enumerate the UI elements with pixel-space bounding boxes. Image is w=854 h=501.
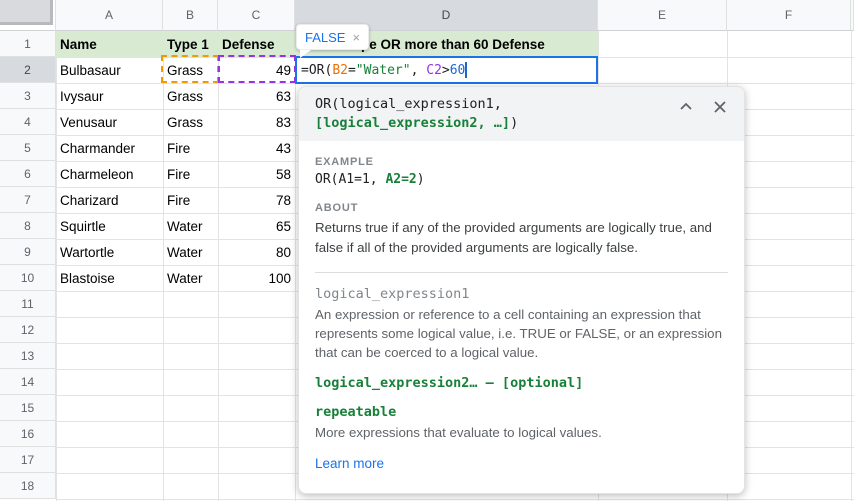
cell-C1[interactable]: Defense <box>218 31 295 57</box>
formula-result-chip: FALSE × <box>296 24 369 50</box>
cell-C4[interactable]: 83 <box>218 109 295 135</box>
divider <box>315 272 728 273</box>
column-header-B[interactable]: B <box>163 0 218 31</box>
gridline-vertical <box>295 31 296 501</box>
cell-B8[interactable]: Water <box>163 213 218 239</box>
row-header-2[interactable]: 2 <box>0 57 56 83</box>
param2-name: logical_expression2… – [optional] <box>315 375 728 391</box>
param1-description: An expression or reference to a cell con… <box>315 305 728 362</box>
learn-more-link[interactable]: Learn more <box>315 456 384 471</box>
spreadsheet: ABCDEF123456789101112131415161718Bulbasa… <box>0 0 854 501</box>
cell-A9[interactable]: Wartortle <box>56 239 163 265</box>
formula-token: = <box>348 63 356 78</box>
repeatable-description: More expressions that evaluate to logica… <box>315 423 728 442</box>
cell-A2[interactable]: Bulbasaur <box>56 57 163 83</box>
row-header-4[interactable]: 4 <box>0 109 56 135</box>
signature-line-2: [logical_expression2, …]) <box>315 114 674 133</box>
row-header-1[interactable]: 1 <box>0 31 56 57</box>
cell-A5[interactable]: Charmander <box>56 135 163 161</box>
cell-B5[interactable]: Fire <box>163 135 218 161</box>
formula-token: =OR( <box>301 63 332 78</box>
formula-token: , <box>411 63 427 78</box>
about-text: Returns true if any of the provided argu… <box>315 218 728 258</box>
chip-tail <box>300 50 311 58</box>
cell-C7[interactable]: 78 <box>218 187 295 213</box>
row-header-16[interactable]: 16 <box>0 421 56 447</box>
gridline-vertical <box>851 31 852 501</box>
cell-B6[interactable]: Fire <box>163 161 218 187</box>
param1-name: logical_expression1 <box>315 286 728 302</box>
cell-B10[interactable]: Water <box>163 265 218 291</box>
formula-cell-D2[interactable]: =OR(B2="Water", C2>60 <box>295 56 598 84</box>
cell-A10[interactable]: Blastoise <box>56 265 163 291</box>
cell-B3[interactable]: Grass <box>163 83 218 109</box>
cell-A4[interactable]: Venusaur <box>56 109 163 135</box>
select-all-corner[interactable] <box>0 0 56 31</box>
column-header-E[interactable]: E <box>598 0 727 31</box>
row-header-11[interactable]: 11 <box>0 291 56 317</box>
about-label: ABOUT <box>315 202 728 214</box>
example-label: EXAMPLE <box>315 156 728 168</box>
column-header-A[interactable]: A <box>56 0 163 31</box>
row-header-9[interactable]: 9 <box>0 239 56 265</box>
range-highlight-C2 <box>218 55 296 83</box>
row-header-6[interactable]: 6 <box>0 161 56 187</box>
close-popup-icon[interactable] <box>710 97 730 117</box>
cell-A6[interactable]: Charmeleon <box>56 161 163 187</box>
repeatable-label: repeatable <box>315 404 728 420</box>
close-icon[interactable]: × <box>352 30 360 45</box>
cell-C10[interactable]: 100 <box>218 265 295 291</box>
collapse-chevron-up-icon[interactable] <box>676 97 696 117</box>
cell-C5[interactable]: 43 <box>218 135 295 161</box>
formula-token: "Water" <box>356 63 411 78</box>
cell-C9[interactable]: 80 <box>218 239 295 265</box>
formula-token: B2 <box>332 63 348 78</box>
row-header-10[interactable]: 10 <box>0 265 56 291</box>
cell-B4[interactable]: Grass <box>163 109 218 135</box>
row-header-7[interactable]: 7 <box>0 187 56 213</box>
cell-A8[interactable]: Squirtle <box>56 213 163 239</box>
formula-text: =OR(B2="Water", C2>60 <box>301 63 465 78</box>
row-header-18[interactable]: 18 <box>0 473 56 499</box>
cell-C8[interactable]: 65 <box>218 213 295 239</box>
cell-C3[interactable]: 63 <box>218 83 295 109</box>
row-header-13[interactable]: 13 <box>0 343 56 369</box>
range-highlight-B2 <box>161 55 219 83</box>
column-header-C[interactable]: C <box>218 0 295 31</box>
cell-B7[interactable]: Fire <box>163 187 218 213</box>
example-code: OR(A1=1, A2=2) <box>315 172 728 187</box>
function-help-popup: OR(logical_expression1, [logical_express… <box>298 86 745 494</box>
gridline-horizontal <box>56 499 854 500</box>
cell-A3[interactable]: Ivysaur <box>56 83 163 109</box>
cell-A7[interactable]: Charizard <box>56 187 163 213</box>
formula-token: 60 <box>450 63 466 78</box>
row-header-15[interactable]: 15 <box>0 395 56 421</box>
column-header-F[interactable]: F <box>727 0 851 31</box>
row-header-5[interactable]: 5 <box>0 135 56 161</box>
popup-body: EXAMPLE OR(A1=1, A2=2) ABOUT Returns tru… <box>299 156 744 473</box>
text-cursor <box>465 62 467 78</box>
formula-token: > <box>442 63 450 78</box>
cell-C6[interactable]: 58 <box>218 161 295 187</box>
row-header-8[interactable]: 8 <box>0 213 56 239</box>
cell-B1[interactable]: Type 1 <box>163 31 218 57</box>
signature-line-1: OR(logical_expression1, <box>315 95 674 114</box>
row-header-17[interactable]: 17 <box>0 447 56 473</box>
row-header-14[interactable]: 14 <box>0 369 56 395</box>
select-all-box-icon <box>0 0 53 25</box>
cell-A1[interactable]: Name <box>56 31 163 57</box>
formula-token: C2 <box>426 63 442 78</box>
row-header-3[interactable]: 3 <box>0 83 56 109</box>
formula-result-value: FALSE <box>305 30 345 45</box>
cell-B9[interactable]: Water <box>163 239 218 265</box>
row-header-12[interactable]: 12 <box>0 317 56 343</box>
function-signature: OR(logical_expression1, [logical_express… <box>299 87 744 141</box>
